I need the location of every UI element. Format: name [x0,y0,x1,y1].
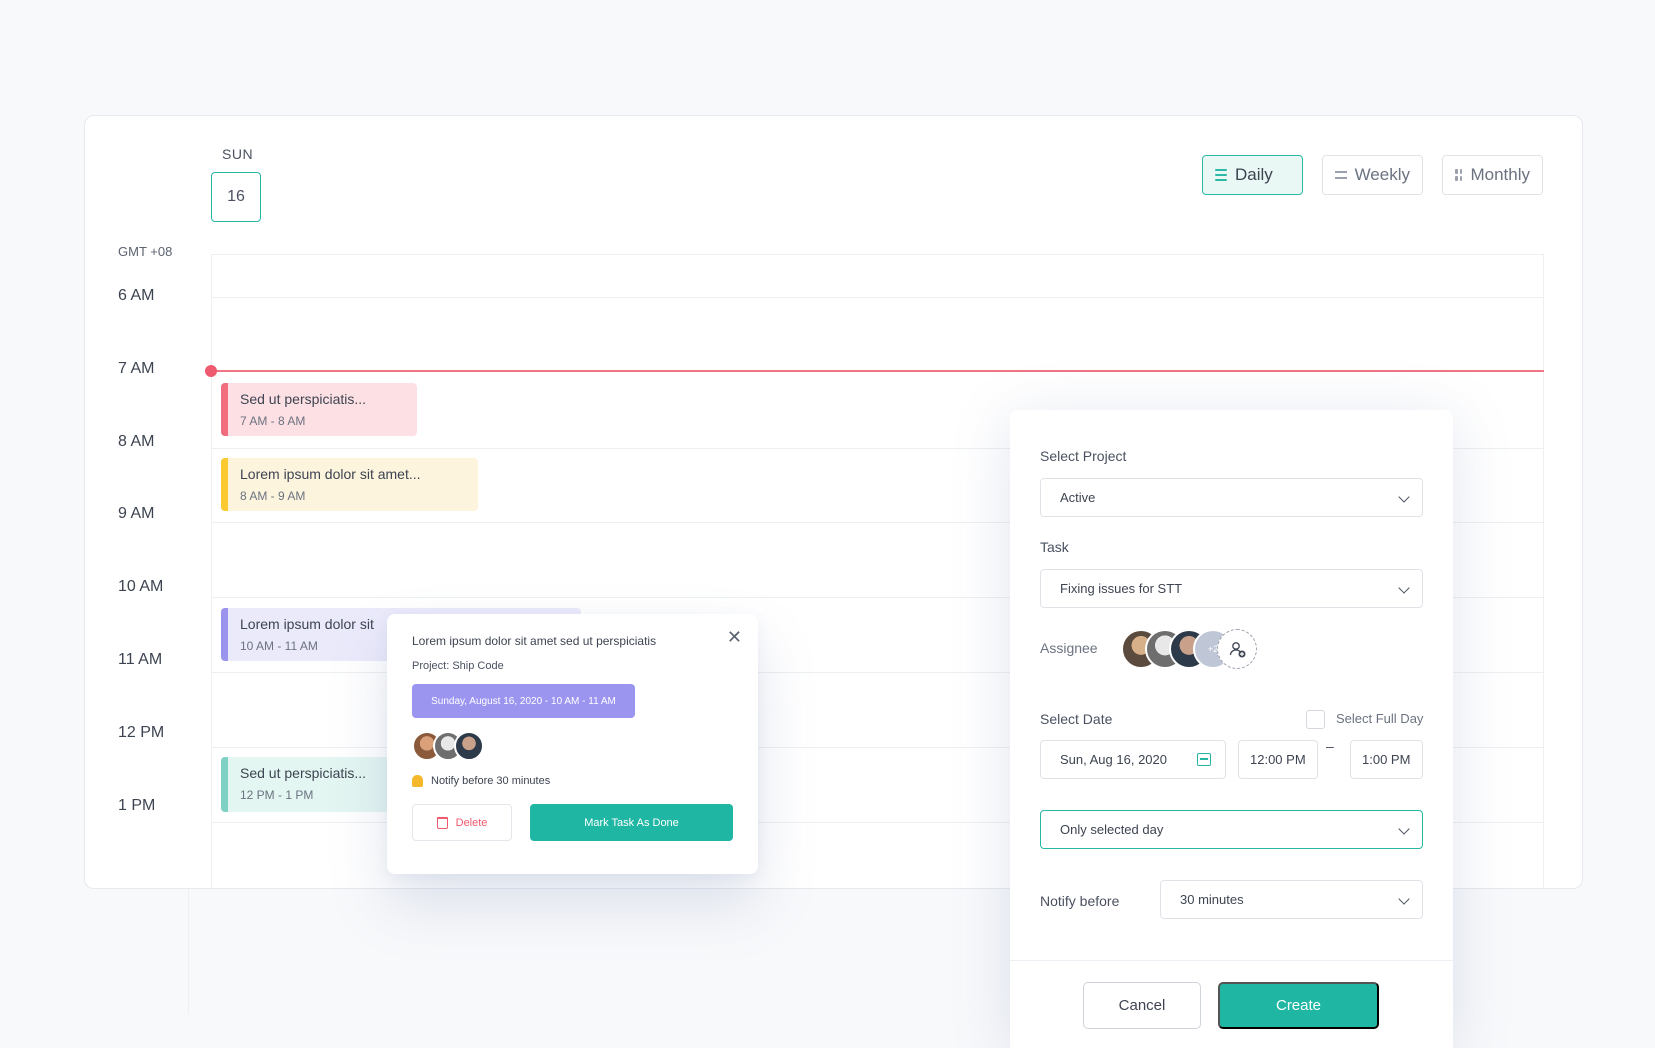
create-task-panel: Select Project Active Task Fixing issues… [1010,410,1453,1048]
date-label: Select Date [1040,711,1113,727]
daily-view-button[interactable]: Daily [1202,155,1303,195]
chevron-down-icon [1398,823,1410,835]
hour-label: 6 AM [118,287,155,304]
background-panel [188,889,1012,1014]
monthly-view-button[interactable]: Monthly [1442,155,1543,195]
close-icon[interactable]: ✕ [727,628,742,646]
popover-notify: Notify before 30 minutes [412,775,733,787]
calendar-icon [1197,753,1211,766]
event-card[interactable]: Sed ut perspiciatis... 12 PM - 1 PM [221,757,391,812]
project-select[interactable]: Active [1040,478,1423,517]
notify-label: Notify before [1040,893,1120,909]
event-time: 8 AM - 9 AM [240,489,306,503]
hour-label: 8 AM [118,433,155,450]
add-user-icon[interactable] [1217,629,1257,669]
weekly-view-button[interactable]: Weekly [1322,155,1423,195]
date-field[interactable]: Sun, Aug 16, 2020 [1040,740,1226,779]
chevron-down-icon [1398,582,1410,594]
task-label: Task [1040,539,1069,555]
hour-label: 12 PM [118,724,165,741]
current-time-dot [205,365,217,377]
grid-line [211,297,1544,298]
chevron-down-icon [1398,893,1410,905]
grid-icon [1455,169,1463,181]
notify-text: Notify before 30 minutes [431,775,551,787]
start-time-value: 12:00 PM [1250,752,1306,767]
event-card[interactable]: Lorem ipsum dolor sit amet... 8 AM - 9 A… [221,458,478,511]
hour-label: 7 AM [118,360,155,377]
task-select[interactable]: Fixing issues for STT [1040,569,1423,608]
end-time-value: 1:00 PM [1362,752,1411,767]
timezone-label: GMT +08 [118,244,173,259]
create-button[interactable]: Create [1218,982,1379,1029]
popover-project: Project: Ship Code [412,660,504,672]
mark-done-button[interactable]: Mark Task As Done [530,804,733,841]
day-number[interactable]: 16 [211,172,261,222]
avatar[interactable] [454,731,484,761]
delete-label: Delete [455,816,488,829]
popover-avatars [412,731,733,761]
current-time-line [211,370,1544,372]
repeat-value: Only selected day [1060,822,1164,837]
list-icon [1215,169,1227,181]
full-day-checkbox[interactable] [1306,710,1325,729]
hour-label: 1 PM [118,797,156,814]
day-of-week-label: SUN [222,146,254,162]
notify-select[interactable]: 30 minutes [1160,880,1423,919]
delete-button[interactable]: Delete [412,804,513,841]
repeat-select[interactable]: Only selected day [1040,810,1423,849]
end-time-field[interactable]: 1:00 PM [1350,740,1423,779]
assignee-avatars: +2 [1121,629,1257,669]
trash-icon [436,816,448,829]
popover-date-badge: Sunday, August 16, 2020 - 10 AM - 11 AM [412,684,635,718]
date-value: Sun, Aug 16, 2020 [1060,752,1167,767]
event-title: Sed ut perspiciatis... [240,765,367,781]
weekly-view-label: Weekly [1354,165,1410,184]
project-label: Select Project [1040,448,1127,464]
event-card[interactable]: Sed ut perspiciatis... 7 AM - 8 AM [221,383,417,436]
equals-icon [1335,171,1347,179]
form-divider [1010,960,1453,961]
time-separator: – [1326,738,1334,754]
hour-label: 10 AM [118,578,164,595]
assignee-label: Assignee [1040,640,1098,656]
task-value: Fixing issues for STT [1060,581,1183,596]
event-time: 12 PM - 1 PM [240,788,314,802]
project-value: Active [1060,490,1096,505]
start-time-field[interactable]: 12:00 PM [1238,740,1318,779]
event-title: Lorem ipsum dolor sit amet... [240,466,421,482]
bell-icon [412,775,423,787]
notify-value: 30 minutes [1180,892,1244,907]
hour-label: 11 AM [118,651,163,668]
daily-view-label: Daily [1235,165,1273,184]
event-title: Sed ut perspiciatis... [240,391,367,407]
event-time: 7 AM - 8 AM [240,414,306,428]
event-popover: Lorem ipsum dolor sit amet sed ut perspi… [387,614,758,874]
hour-label: 9 AM [118,505,155,522]
chevron-down-icon [1398,491,1410,503]
full-day-label: Select Full Day [1336,711,1424,726]
popover-title: Lorem ipsum dolor sit amet sed ut perspi… [412,634,657,648]
monthly-view-label: Monthly [1470,165,1530,184]
cancel-button[interactable]: Cancel [1083,982,1201,1029]
